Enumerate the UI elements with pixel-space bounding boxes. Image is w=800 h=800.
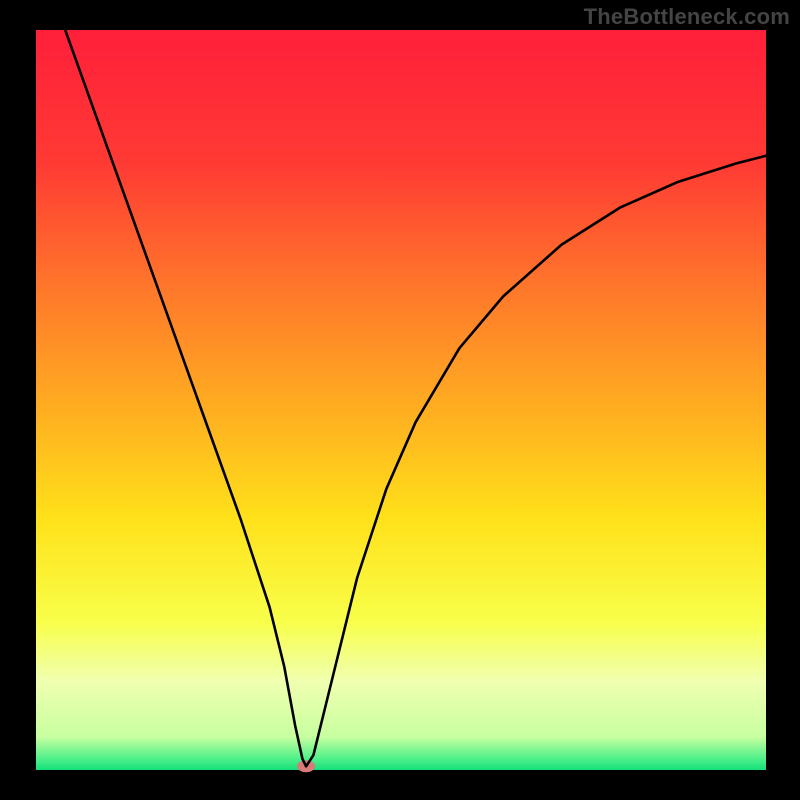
chart-stage: TheBottleneck.com xyxy=(0,0,800,800)
chart-background xyxy=(36,30,766,770)
watermark-text: TheBottleneck.com xyxy=(584,4,790,30)
bottleneck-chart xyxy=(0,0,800,800)
